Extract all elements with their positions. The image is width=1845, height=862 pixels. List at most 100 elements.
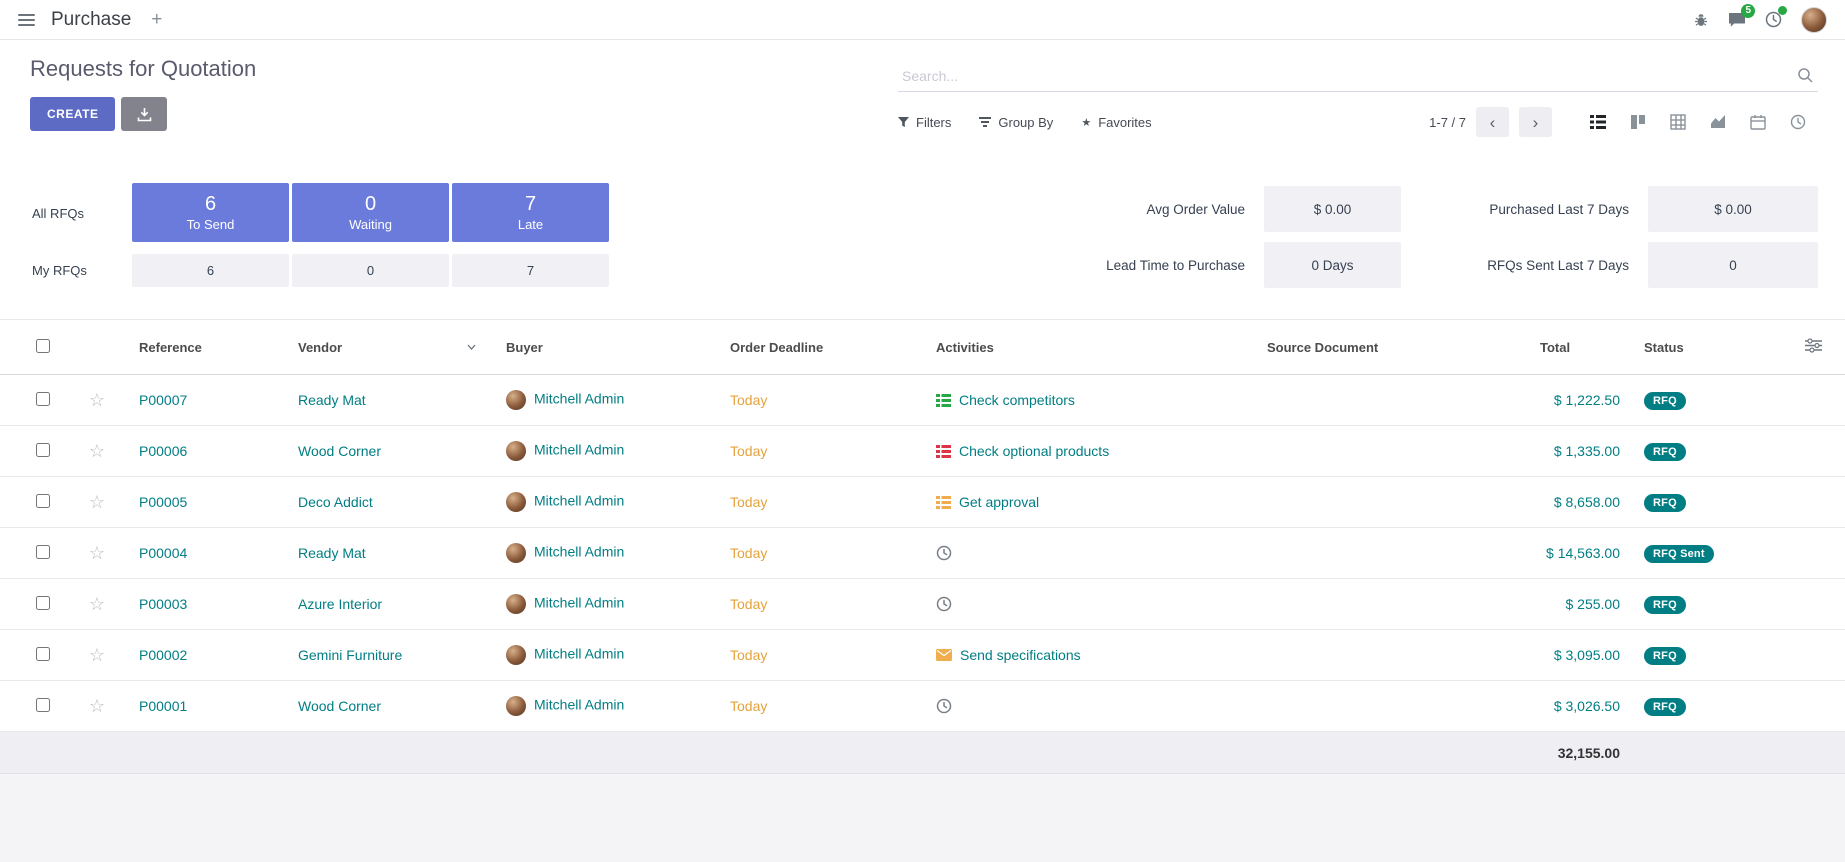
pager-previous-button[interactable]: ‹ xyxy=(1476,107,1509,137)
all-rfqs-filter[interactable]: All RFQs xyxy=(32,183,129,244)
optional-columns-icon[interactable] xyxy=(1805,338,1822,353)
order-deadline-value: Today xyxy=(720,528,926,579)
buyer-link[interactable]: Mitchell Admin xyxy=(534,646,624,662)
header-source-document[interactable]: Source Document xyxy=(1257,320,1530,375)
list-yellow-activity-icon[interactable] xyxy=(936,496,951,509)
vendor-link[interactable]: Deco Addict xyxy=(298,494,373,510)
select-all-checkbox[interactable] xyxy=(36,339,50,353)
buyer-link[interactable]: Mitchell Admin xyxy=(534,595,624,611)
favorite-star-icon[interactable]: ☆ xyxy=(89,543,105,563)
table-row[interactable]: ☆ P00005 Deco Addict Mitchell Admin Toda… xyxy=(0,477,1845,528)
buyer-link[interactable]: Mitchell Admin xyxy=(534,442,624,458)
favorite-star-icon[interactable]: ☆ xyxy=(89,594,105,614)
header-status[interactable]: Status xyxy=(1634,320,1782,375)
filters-button[interactable]: Filters xyxy=(898,115,951,130)
row-checkbox[interactable] xyxy=(36,596,50,610)
vendor-link[interactable]: Wood Corner xyxy=(298,443,381,459)
list-view-button[interactable] xyxy=(1578,107,1618,137)
pivot-view-button[interactable] xyxy=(1658,107,1698,137)
row-checkbox[interactable] xyxy=(36,392,50,406)
header-total[interactable]: Total xyxy=(1530,320,1634,375)
kanban-view-button[interactable] xyxy=(1618,107,1658,137)
activity-view-button[interactable] xyxy=(1778,107,1818,137)
activity-label[interactable]: Send specifications xyxy=(960,647,1081,663)
buyer-link[interactable]: Mitchell Admin xyxy=(534,697,624,713)
search-input[interactable] xyxy=(902,68,1797,84)
table-row[interactable]: ☆ P00007 Ready Mat Mitchell Admin Today … xyxy=(0,375,1845,426)
pager: 1-7 / 7 ‹ › xyxy=(1429,107,1552,137)
graph-view-button[interactable] xyxy=(1698,107,1738,137)
clock-activity-icon[interactable] xyxy=(936,698,952,714)
buyer-link[interactable]: Mitchell Admin xyxy=(534,544,624,560)
reference-link[interactable]: P00007 xyxy=(139,392,187,408)
reference-link[interactable]: P00005 xyxy=(139,494,187,510)
favorite-star-icon[interactable]: ☆ xyxy=(89,696,105,716)
group-by-button[interactable]: Group By xyxy=(979,115,1053,130)
buyer-link[interactable]: Mitchell Admin xyxy=(534,493,624,509)
activity-label[interactable]: Check optional products xyxy=(959,443,1109,459)
export-button[interactable] xyxy=(121,97,167,131)
reference-link[interactable]: P00001 xyxy=(139,698,187,714)
header-order-deadline[interactable]: Order Deadline xyxy=(720,320,926,375)
apps-menu-icon[interactable] xyxy=(18,14,35,26)
buyer-link[interactable]: Mitchell Admin xyxy=(534,391,624,407)
favorite-star-icon[interactable]: ☆ xyxy=(89,645,105,665)
my-rfq-count-waiting[interactable]: 0 xyxy=(292,254,449,287)
my-rfqs-filter[interactable]: My RFQs xyxy=(32,254,129,289)
rfq-card-late[interactable]: 7Late xyxy=(452,183,609,242)
list-red-activity-icon[interactable] xyxy=(936,445,951,458)
vendor-link[interactable]: Wood Corner xyxy=(298,698,381,714)
vendor-link[interactable]: Azure Interior xyxy=(298,596,382,612)
row-checkbox[interactable] xyxy=(36,698,50,712)
table-row[interactable]: ☆ P00003 Azure Interior Mitchell Admin T… xyxy=(0,579,1845,630)
my-rfq-count-late[interactable]: 7 xyxy=(452,254,609,287)
table-row[interactable]: ☆ P00001 Wood Corner Mitchell Admin Toda… xyxy=(0,681,1845,732)
rfq-card-waiting[interactable]: 0Waiting xyxy=(292,183,449,242)
calendar-view-button[interactable] xyxy=(1738,107,1778,137)
messages-icon[interactable]: 5 xyxy=(1728,12,1746,28)
search-bar xyxy=(898,60,1818,92)
row-checkbox[interactable] xyxy=(36,545,50,559)
header-activities[interactable]: Activities xyxy=(926,320,1257,375)
user-avatar[interactable] xyxy=(1801,7,1827,33)
vendor-link[interactable]: Ready Mat xyxy=(298,392,366,408)
debug-bug-icon[interactable] xyxy=(1693,12,1709,28)
activities-clock-icon[interactable] xyxy=(1765,11,1782,28)
envelope-activity-icon[interactable] xyxy=(936,649,952,661)
reference-link[interactable]: P00003 xyxy=(139,596,187,612)
rfq-card-to-send[interactable]: 6To Send xyxy=(132,183,289,242)
clock-activity-icon[interactable] xyxy=(936,596,952,612)
my-rfq-count-to-send[interactable]: 6 xyxy=(132,254,289,287)
favorite-star-icon[interactable]: ☆ xyxy=(89,441,105,461)
favorite-star-icon[interactable]: ☆ xyxy=(89,390,105,410)
reference-link[interactable]: P00004 xyxy=(139,545,187,561)
favorites-button[interactable]: ★ Favorites xyxy=(1081,115,1151,130)
search-icon[interactable] xyxy=(1797,67,1814,84)
table-row[interactable]: ☆ P00004 Ready Mat Mitchell Admin Today … xyxy=(0,528,1845,579)
table-row[interactable]: ☆ P00002 Gemini Furniture Mitchell Admin… xyxy=(0,630,1845,681)
status-badge: RFQ xyxy=(1644,443,1686,461)
vendor-link[interactable]: Ready Mat xyxy=(298,545,366,561)
clock-activity-icon[interactable] xyxy=(936,545,952,561)
activity-label[interactable]: Check competitors xyxy=(959,392,1075,408)
row-checkbox[interactable] xyxy=(36,647,50,661)
list-green-activity-icon[interactable] xyxy=(936,394,951,407)
plus-icon[interactable]: + xyxy=(151,9,162,31)
reference-link[interactable]: P00006 xyxy=(139,443,187,459)
row-checkbox[interactable] xyxy=(36,443,50,457)
favorite-star-icon[interactable]: ☆ xyxy=(89,492,105,512)
table-row[interactable]: ☆ P00006 Wood Corner Mitchell Admin Toda… xyxy=(0,426,1845,477)
vendor-link[interactable]: Gemini Furniture xyxy=(298,647,402,663)
buyer-avatar xyxy=(506,594,526,614)
activity-label[interactable]: Get approval xyxy=(959,494,1039,510)
status-badge: RFQ xyxy=(1644,596,1686,614)
row-checkbox[interactable] xyxy=(36,494,50,508)
create-button[interactable]: CREATE xyxy=(30,97,115,131)
header-vendor[interactable]: Vendor xyxy=(288,320,496,375)
reference-link[interactable]: P00002 xyxy=(139,647,187,663)
pager-next-button[interactable]: › xyxy=(1519,107,1552,137)
app-name[interactable]: Purchase xyxy=(51,9,131,31)
buyer-avatar xyxy=(506,543,526,563)
header-reference[interactable]: Reference xyxy=(124,320,288,375)
header-buyer[interactable]: Buyer xyxy=(496,320,720,375)
